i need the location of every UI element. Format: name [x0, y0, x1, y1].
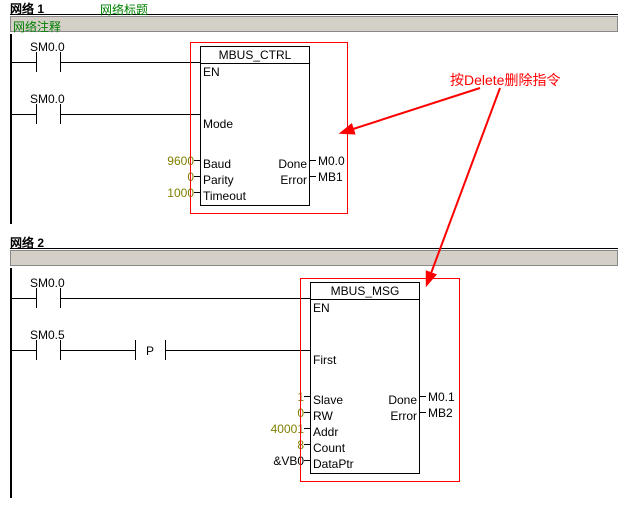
ladder-editor: 网络 1 网络标题 网络注释 SM0.0 SM0.0 MBUS_CTRL EN …	[0, 0, 629, 513]
annotation-arrows	[0, 0, 629, 513]
